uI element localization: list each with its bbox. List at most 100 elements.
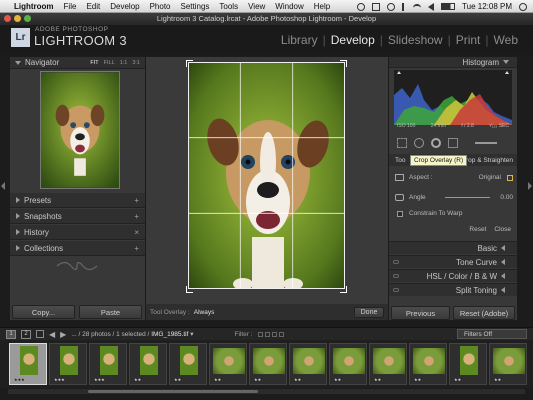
menu-help[interactable]: Help — [314, 2, 330, 11]
aspect-select[interactable]: Original — [479, 174, 501, 181]
filmstrip-scroll-thumb[interactable] — [88, 390, 258, 393]
minimize-window-icon[interactable] — [14, 15, 21, 22]
filmstrip-thumb[interactable]: ★★ — [369, 343, 407, 385]
left-panel-toggle-icon[interactable] — [1, 182, 5, 190]
navigator-preview[interactable] — [40, 71, 120, 189]
panel-split-toning[interactable]: Split Toning — [389, 283, 517, 296]
copy-button[interactable]: Copy... — [12, 305, 75, 319]
filmstrip-thumb[interactable]: ★★ — [329, 343, 367, 385]
menu-app[interactable]: Lightroom — [14, 2, 54, 11]
reset-adobe-button[interactable]: Reset (Adobe) — [453, 306, 515, 320]
wifi-icon[interactable] — [413, 4, 422, 9]
navigator-header[interactable]: Navigator FIT FILL 1:1 3:1 — [10, 57, 145, 69]
crop-handle-top-right[interactable] — [340, 60, 347, 67]
add-snapshot-icon[interactable]: + — [134, 212, 139, 221]
angle-slider[interactable] — [445, 197, 490, 198]
page-2[interactable]: 2 — [21, 329, 31, 339]
crop-frame[interactable] — [188, 62, 345, 289]
crop-frame-icon[interactable] — [395, 174, 404, 181]
sync-icon[interactable] — [357, 2, 366, 11]
close-window-icon[interactable] — [4, 15, 11, 22]
right-panel-toggle-icon[interactable] — [528, 182, 532, 190]
menu-file[interactable]: File — [64, 2, 77, 11]
menu-settings[interactable]: Settings — [181, 2, 210, 11]
page-1[interactable]: 1 — [6, 329, 16, 339]
panel-tone-curve[interactable]: Tone Curve — [389, 255, 517, 268]
volume-icon[interactable] — [428, 2, 435, 11]
crop-reset-button[interactable]: Reset — [469, 226, 486, 233]
add-collection-icon[interactable]: + — [134, 244, 139, 253]
menu-view[interactable]: View — [248, 2, 265, 11]
toggle-hsl[interactable] — [393, 274, 399, 278]
angle-value[interactable]: 0.00 — [500, 194, 513, 201]
toggle-split-toning[interactable] — [393, 288, 399, 292]
zoom-1-1[interactable]: 1:1 — [120, 60, 128, 66]
back-arrow-icon[interactable]: ◀ — [49, 330, 55, 339]
filmstrip-source[interactable]: ... / 28 photos / 1 selected / IMG_1985.… — [71, 330, 193, 338]
straighten-tool-icon[interactable] — [395, 194, 404, 201]
graduated-filter-icon[interactable] — [448, 138, 458, 148]
panel-hsl[interactable]: HSL / Color / B & W — [389, 269, 517, 282]
filmstrip-thumb[interactable]: ★★★ — [89, 343, 127, 385]
zoom-fit[interactable]: FIT — [90, 60, 98, 66]
filmstrip-thumb[interactable]: ★★ — [289, 343, 327, 385]
filmstrip-thumb[interactable]: ★★ — [489, 343, 527, 385]
red-eye-icon[interactable] — [431, 138, 441, 148]
tool-overlay-select[interactable]: Always — [194, 309, 215, 316]
previous-button[interactable]: Previous — [391, 306, 450, 320]
add-preset-icon[interactable]: + — [134, 196, 139, 205]
shadow-clip-icon[interactable] — [397, 71, 401, 74]
filmstrip-thumb[interactable]: ★★★ — [49, 343, 87, 385]
panel-snapshots[interactable]: Snapshots + — [10, 209, 145, 224]
panel-history[interactable]: History × — [10, 225, 145, 240]
lock-icon[interactable] — [507, 174, 513, 181]
panel-basic[interactable]: Basic — [389, 241, 517, 254]
clear-history-icon[interactable]: × — [134, 228, 139, 237]
menu-window[interactable]: Window — [275, 2, 303, 11]
filmstrip-thumb[interactable]: ★★ — [209, 343, 247, 385]
highlight-clip-icon[interactable] — [505, 71, 509, 74]
module-slideshow[interactable]: Slideshow — [383, 33, 448, 47]
module-develop[interactable]: Develop — [326, 33, 380, 47]
spot-removal-icon[interactable] — [414, 138, 424, 148]
battery-icon[interactable] — [441, 3, 456, 10]
filmstrip-thumb[interactable]: ★★ — [449, 343, 487, 385]
panel-collections[interactable]: Collections + — [10, 241, 145, 256]
spotlight-icon[interactable] — [519, 2, 527, 11]
filter-flags[interactable] — [257, 331, 284, 337]
module-print[interactable]: Print — [451, 33, 486, 47]
crop-handle-bottom-right[interactable] — [340, 286, 347, 293]
crop-handle-top-left[interactable] — [186, 60, 193, 67]
module-web[interactable]: Web — [489, 33, 523, 47]
forward-arrow-icon[interactable]: ▶ — [60, 330, 66, 339]
crop-overlay-icon[interactable] — [397, 138, 407, 148]
grid-view-icon[interactable] — [36, 330, 44, 338]
module-library[interactable]: Library — [276, 33, 323, 47]
crop-handle-bottom-left[interactable] — [186, 286, 193, 293]
histogram[interactable] — [394, 70, 512, 125]
zoom-window-icon[interactable] — [24, 15, 31, 22]
crop-close-button[interactable]: Close — [494, 226, 511, 233]
menu-tools[interactable]: Tools — [219, 2, 238, 11]
menu-develop[interactable]: Develop — [110, 2, 139, 11]
constrain-to-warp-checkbox[interactable] — [397, 210, 403, 217]
filmstrip-thumb[interactable]: ★★ — [129, 343, 167, 385]
histogram-header[interactable]: Histogram — [389, 57, 517, 68]
paste-button[interactable]: Paste — [79, 305, 142, 319]
adjustment-brush-icon[interactable] — [475, 142, 497, 144]
done-button[interactable]: Done — [354, 306, 384, 318]
menu-edit[interactable]: Edit — [86, 2, 100, 11]
filmstrip-scrollbar[interactable] — [8, 389, 525, 394]
zoom-fill[interactable]: FILL — [104, 60, 115, 66]
clock[interactable]: Tue 12:08 PM — [462, 2, 512, 11]
time-machine-icon[interactable] — [387, 2, 396, 11]
zoom-3-1[interactable]: 3:1 — [132, 60, 140, 66]
filmstrip-thumb[interactable]: ★★ — [409, 343, 447, 385]
filmstrip-thumb[interactable]: ★★ — [249, 343, 287, 385]
toggle-tone-curve[interactable] — [393, 260, 399, 264]
panel-presets[interactable]: Presets + — [10, 193, 145, 208]
menu-photo[interactable]: Photo — [150, 2, 171, 11]
filmstrip-thumb[interactable]: ★★★ — [9, 343, 47, 385]
screen-icon[interactable] — [372, 2, 381, 11]
filmstrip-thumb[interactable]: ★★ — [169, 343, 207, 385]
